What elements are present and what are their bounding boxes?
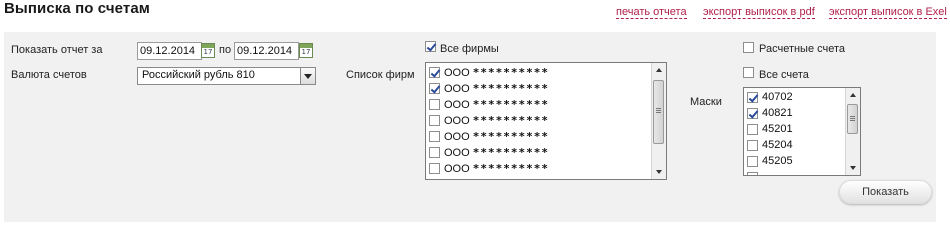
firm-name: ********** (472, 146, 549, 159)
scroll-thumb[interactable] (653, 80, 664, 144)
firm-name: ********** (472, 66, 549, 79)
firm-prefix: ООО (444, 131, 470, 143)
all-accounts-checkbox[interactable] (743, 67, 754, 78)
mask-value: 45204 (762, 139, 793, 151)
firm-checkbox[interactable] (429, 163, 440, 174)
mask-list-item[interactable]: 45204 (744, 138, 860, 154)
firm-prefix: ООО (444, 163, 470, 175)
export-pdf-link[interactable]: экспорт выписок в pdf (703, 6, 815, 19)
scroll-up-icon[interactable] (652, 63, 666, 77)
mask-value: 45201 (762, 123, 793, 135)
firm-list-item[interactable]: ООО ********** (426, 97, 666, 113)
firm-prefix: ООО (444, 147, 470, 159)
scroll-up-icon[interactable] (846, 88, 860, 102)
firm-list-label: Список фирм (346, 69, 415, 81)
currency-select[interactable]: Российский рубль 810 (137, 67, 316, 85)
date-from-input[interactable]: 09.12.2014 (137, 42, 202, 60)
mask-value: 45205 (762, 155, 793, 167)
masks-list-scrollbar[interactable] (845, 88, 860, 175)
firm-checkbox[interactable] (429, 99, 440, 110)
print-report-link[interactable]: печать отчета (616, 6, 687, 19)
firm-checkbox[interactable] (429, 67, 440, 78)
mask-checkbox[interactable] (747, 92, 758, 103)
calendar-to-icon[interactable]: 17 (299, 43, 313, 58)
all-accounts-label: Все счета (759, 69, 809, 81)
mask-checkbox[interactable] (747, 172, 758, 175)
masks-list[interactable]: 40702 40821 45201 45204 45205 (743, 87, 861, 176)
firm-name: ********** (472, 82, 549, 95)
mask-checkbox[interactable] (747, 140, 758, 151)
firm-prefix: ООО (444, 83, 470, 95)
mask-checkbox[interactable] (747, 108, 758, 119)
firm-list-item[interactable]: ООО ********** (426, 65, 666, 81)
mask-checkbox[interactable] (747, 124, 758, 135)
firm-list-item[interactable]: ООО ********** (426, 129, 666, 145)
mask-checkbox[interactable] (747, 156, 758, 167)
firm-list-item[interactable]: ООО ********** (426, 145, 666, 161)
date-to-input[interactable]: 09.12.2014 (234, 42, 299, 60)
settlement-accounts-label: Расчетные счета (759, 43, 846, 55)
currency-value: Российский рубль 810 (142, 69, 255, 81)
currency-label: Валюта счетов (11, 69, 87, 81)
firm-prefix: ООО (444, 115, 470, 127)
calendar-from-icon[interactable]: 17 (201, 43, 215, 58)
firm-list-item[interactable]: ООО ********** (426, 113, 666, 129)
firm-checkbox[interactable] (429, 131, 440, 142)
firm-prefix: ООО (444, 67, 470, 79)
firm-name: ********** (472, 130, 549, 143)
mask-list-item[interactable]: 45205 (744, 154, 860, 170)
firm-name: ********** (472, 114, 549, 127)
settlement-accounts-checkbox[interactable] (743, 42, 754, 53)
mask-list-item[interactable]: 40821 (744, 106, 860, 122)
firm-list-item[interactable]: ООО ********** (426, 81, 666, 97)
scroll-down-icon[interactable] (652, 165, 666, 179)
firm-list-scrollbar[interactable] (651, 63, 666, 179)
scroll-down-icon[interactable] (846, 161, 860, 175)
period-label: Показать отчет за (11, 44, 103, 56)
mask-list-item[interactable]: 45201 (744, 122, 860, 138)
firm-list-item[interactable]: ООО ********** (426, 161, 666, 177)
firm-checkbox[interactable] (429, 147, 440, 158)
scroll-thumb[interactable] (847, 104, 858, 134)
all-firms-checkbox[interactable] (425, 41, 436, 52)
firm-checkbox[interactable] (429, 115, 440, 126)
firm-name: ********** (472, 98, 549, 111)
export-excel-link[interactable]: экспорт выписок в Exel (829, 6, 947, 19)
masks-label: Маски (690, 96, 722, 108)
all-firms-label: Все фирмы (440, 43, 499, 55)
chevron-down-icon[interactable] (300, 68, 315, 84)
show-button[interactable]: Показать (839, 180, 932, 204)
date-to-label: по (219, 44, 232, 56)
mask-value: 40821 (762, 107, 793, 119)
page-title: Выписка по счетам (4, 0, 150, 17)
firm-list[interactable]: ООО ********** ООО ********** ООО ******… (425, 62, 667, 180)
mask-list-item[interactable]: 40702 (744, 90, 860, 106)
firm-prefix: ООО (444, 99, 470, 111)
firm-checkbox[interactable] (429, 83, 440, 94)
mask-list-item[interactable] (744, 170, 860, 175)
firm-name: ********** (472, 162, 549, 175)
mask-value: 40702 (762, 91, 793, 103)
